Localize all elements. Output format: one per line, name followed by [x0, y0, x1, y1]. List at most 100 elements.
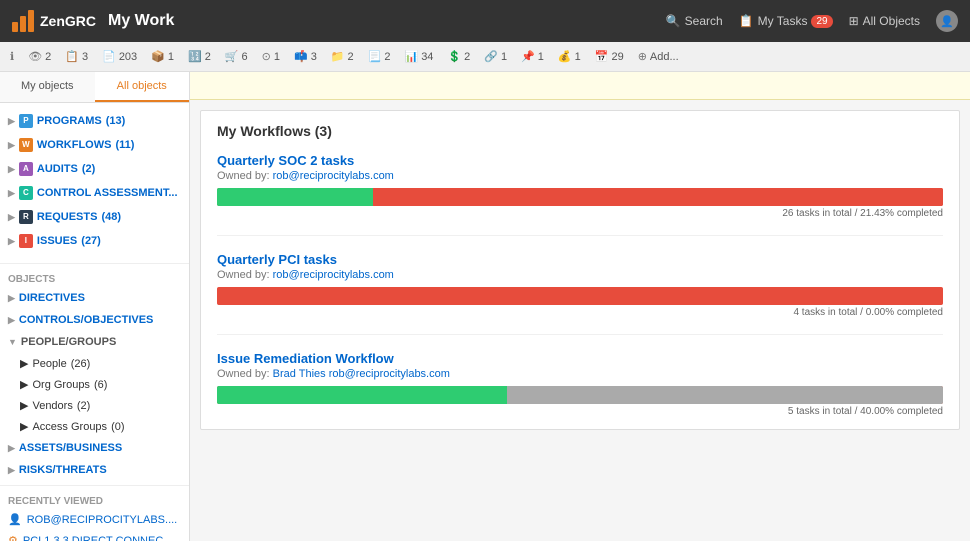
infobar-203[interactable]: 📄 203	[102, 50, 137, 63]
arrow-icon: ▶	[8, 315, 15, 326]
progress-bar	[217, 386, 943, 404]
infobar-info[interactable]: ℹ	[10, 50, 14, 63]
workflows-icon: W	[19, 138, 33, 152]
mail-count: 3	[311, 51, 317, 63]
search-label: Search	[685, 14, 723, 28]
accessgroups-label: Access Groups	[32, 421, 107, 433]
orggroups-count: (6)	[94, 379, 107, 391]
infobar-1c[interactable]: 🔗 1	[484, 50, 507, 63]
num-icon: 🔢	[188, 50, 202, 63]
folder-count: 2	[348, 51, 354, 63]
arrow-icon: ▶	[8, 465, 15, 476]
recent-label-1: PCI 1.3.3 DIRECT CONNEC...	[23, 535, 173, 541]
money-count: 1	[575, 51, 581, 63]
sidebar-item-requests[interactable]: ▶ R REQUESTS (48)	[0, 205, 189, 229]
sidebar-item-risks[interactable]: ▶ RISKS/THREATS	[0, 459, 189, 481]
logo-icon	[12, 10, 34, 32]
sidebar-item-issues[interactable]: ▶ I ISSUES (27)	[0, 229, 189, 253]
workflow-name[interactable]: Quarterly PCI tasks	[217, 252, 943, 267]
clip-icon: 📋	[65, 50, 79, 63]
sidebar-item-people[interactable]: ▶ People (26)	[0, 353, 189, 374]
chart-count: 34	[421, 51, 433, 63]
workflow-item: Quarterly SOC 2 tasks Owned by: rob@reci…	[217, 153, 943, 236]
dollar-count: 2	[464, 51, 470, 63]
allobjects-button[interactable]: ⊞ All Objects	[849, 14, 920, 28]
progress-green	[217, 188, 373, 206]
infobar-2d[interactable]: 💲 2	[447, 50, 470, 63]
infobar-1a[interactable]: 📦 1	[151, 50, 174, 63]
circle-count: 1	[274, 51, 280, 63]
workflows-count: (11)	[115, 139, 134, 151]
infobar-eye[interactable]: 👁 2	[28, 50, 51, 63]
infobar-2b[interactable]: 📁 2	[331, 50, 354, 63]
sidebar-item-control[interactable]: ▶ C CONTROL ASSESSMENT...	[0, 181, 189, 205]
infobar-3b[interactable]: 📫 3	[294, 50, 317, 63]
search-button[interactable]: 🔍 Search	[666, 14, 723, 28]
progress-label: 4 tasks in total / 0.00% completed	[217, 307, 943, 318]
progress-label: 5 tasks in total / 40.00% completed	[217, 406, 943, 417]
infobar-add[interactable]: ⊕ Add...	[638, 50, 679, 63]
infobar-2c[interactable]: 📃 2	[368, 50, 391, 63]
controls-label: CONTROLS/OBJECTIVES	[19, 314, 153, 326]
infobar-1b[interactable]: ⊙ 1	[262, 50, 280, 63]
tab-allobjects[interactable]: All objects	[95, 72, 190, 102]
owner-link[interactable]: rob@reciprocitylabs.com	[273, 170, 394, 182]
sidebar-item-audits[interactable]: ▶ A AUDITS (2)	[0, 157, 189, 181]
sidebar-item-accessgroups[interactable]: ▶ Access Groups (0)	[0, 416, 189, 437]
infobar-1d[interactable]: 📌 1	[521, 50, 544, 63]
workflow-item: Quarterly PCI tasks Owned by: rob@recipr…	[217, 252, 943, 335]
audits-icon: A	[19, 162, 33, 176]
allobjects-label: All Objects	[863, 14, 920, 28]
add-label: Add...	[650, 51, 679, 63]
recent-item-1[interactable]: ⚙ PCI 1.3.3 DIRECT CONNEC...	[0, 530, 189, 541]
audits-count: (2)	[82, 163, 95, 175]
sidebar-item-peoplegroups[interactable]: ▼ PEOPLE/GROUPS	[0, 331, 189, 353]
workflow-name[interactable]: Quarterly SOC 2 tasks	[217, 153, 943, 168]
sidebar-item-orggroups[interactable]: ▶ Org Groups (6)	[0, 374, 189, 395]
progress-label: 26 tasks in total / 21.43% completed	[217, 208, 943, 219]
people-count: (26)	[71, 358, 91, 370]
box-count: 1	[168, 51, 174, 63]
pin-icon: 📌	[521, 50, 535, 63]
arrow-icon: ▶	[8, 188, 15, 199]
infobar-34[interactable]: 📊 34	[404, 50, 433, 63]
workflow-name[interactable]: Issue Remediation Workflow	[217, 351, 943, 366]
arrow-icon: ▶	[8, 164, 15, 175]
tab-myobjects[interactable]: My objects	[0, 72, 95, 102]
arrow-icon: ▶	[20, 378, 28, 391]
workflow-owner: Owned by: Brad Thies rob@reciprocitylabs…	[217, 368, 943, 380]
info-icon: ℹ	[10, 50, 14, 63]
infobar-6[interactable]: 🛒 6	[225, 50, 248, 63]
recent-item-0[interactable]: 👤 ROB@RECIPROCITYLABS....	[0, 509, 189, 530]
sidebar-item-vendors[interactable]: ▶ Vendors (2)	[0, 395, 189, 416]
issues-count: (27)	[81, 235, 101, 247]
page-title: My Work	[108, 12, 174, 30]
arrow-icon: ▶	[8, 236, 15, 247]
infobar-1e[interactable]: 💰 1	[558, 50, 581, 63]
progress-container: 26 tasks in total / 21.43% completed	[217, 188, 943, 219]
sidebar-item-programs[interactable]: ▶ P PROGRAMS (13)	[0, 109, 189, 133]
progress-gray	[507, 386, 943, 404]
audits-label: AUDITS	[37, 163, 78, 175]
sidebar-item-workflows[interactable]: ▶ W WORKFLOWS (11)	[0, 133, 189, 157]
owner-link[interactable]: rob@reciprocitylabs.com	[273, 269, 394, 281]
infobar-3[interactable]: 📋 3	[65, 50, 88, 63]
logo-bar-1	[12, 22, 18, 32]
workflows-label: WORKFLOWS	[37, 139, 112, 151]
infobar-2a[interactable]: 🔢 2	[188, 50, 211, 63]
mytasks-button[interactable]: 📋 My Tasks 29	[739, 14, 833, 28]
search-icon: 🔍	[666, 14, 681, 28]
progress-red	[373, 188, 943, 206]
sidebar-item-assets[interactable]: ▶ ASSETS/BUSINESS	[0, 437, 189, 459]
owner-link[interactable]: Brad Thies rob@reciprocitylabs.com	[273, 368, 450, 380]
user-avatar[interactable]: 👤	[936, 10, 958, 32]
mail-icon: 📫	[294, 50, 308, 63]
progress-container: 5 tasks in total / 40.00% completed	[217, 386, 943, 417]
arrow-icon: ▶	[8, 293, 15, 304]
control-icon: C	[19, 186, 33, 200]
infobar-29[interactable]: 📅 29	[595, 50, 624, 63]
infobar: ℹ 👁 2 📋 3 📄 203 📦 1 🔢 2 🛒 6 ⊙ 1 📫 3 📁 2 …	[0, 42, 970, 72]
sidebar-item-controls[interactable]: ▶ CONTROLS/OBJECTIVES	[0, 309, 189, 331]
requests-label: REQUESTS	[37, 211, 98, 223]
sidebar-item-directives[interactable]: ▶ DIRECTIVES	[0, 287, 189, 309]
